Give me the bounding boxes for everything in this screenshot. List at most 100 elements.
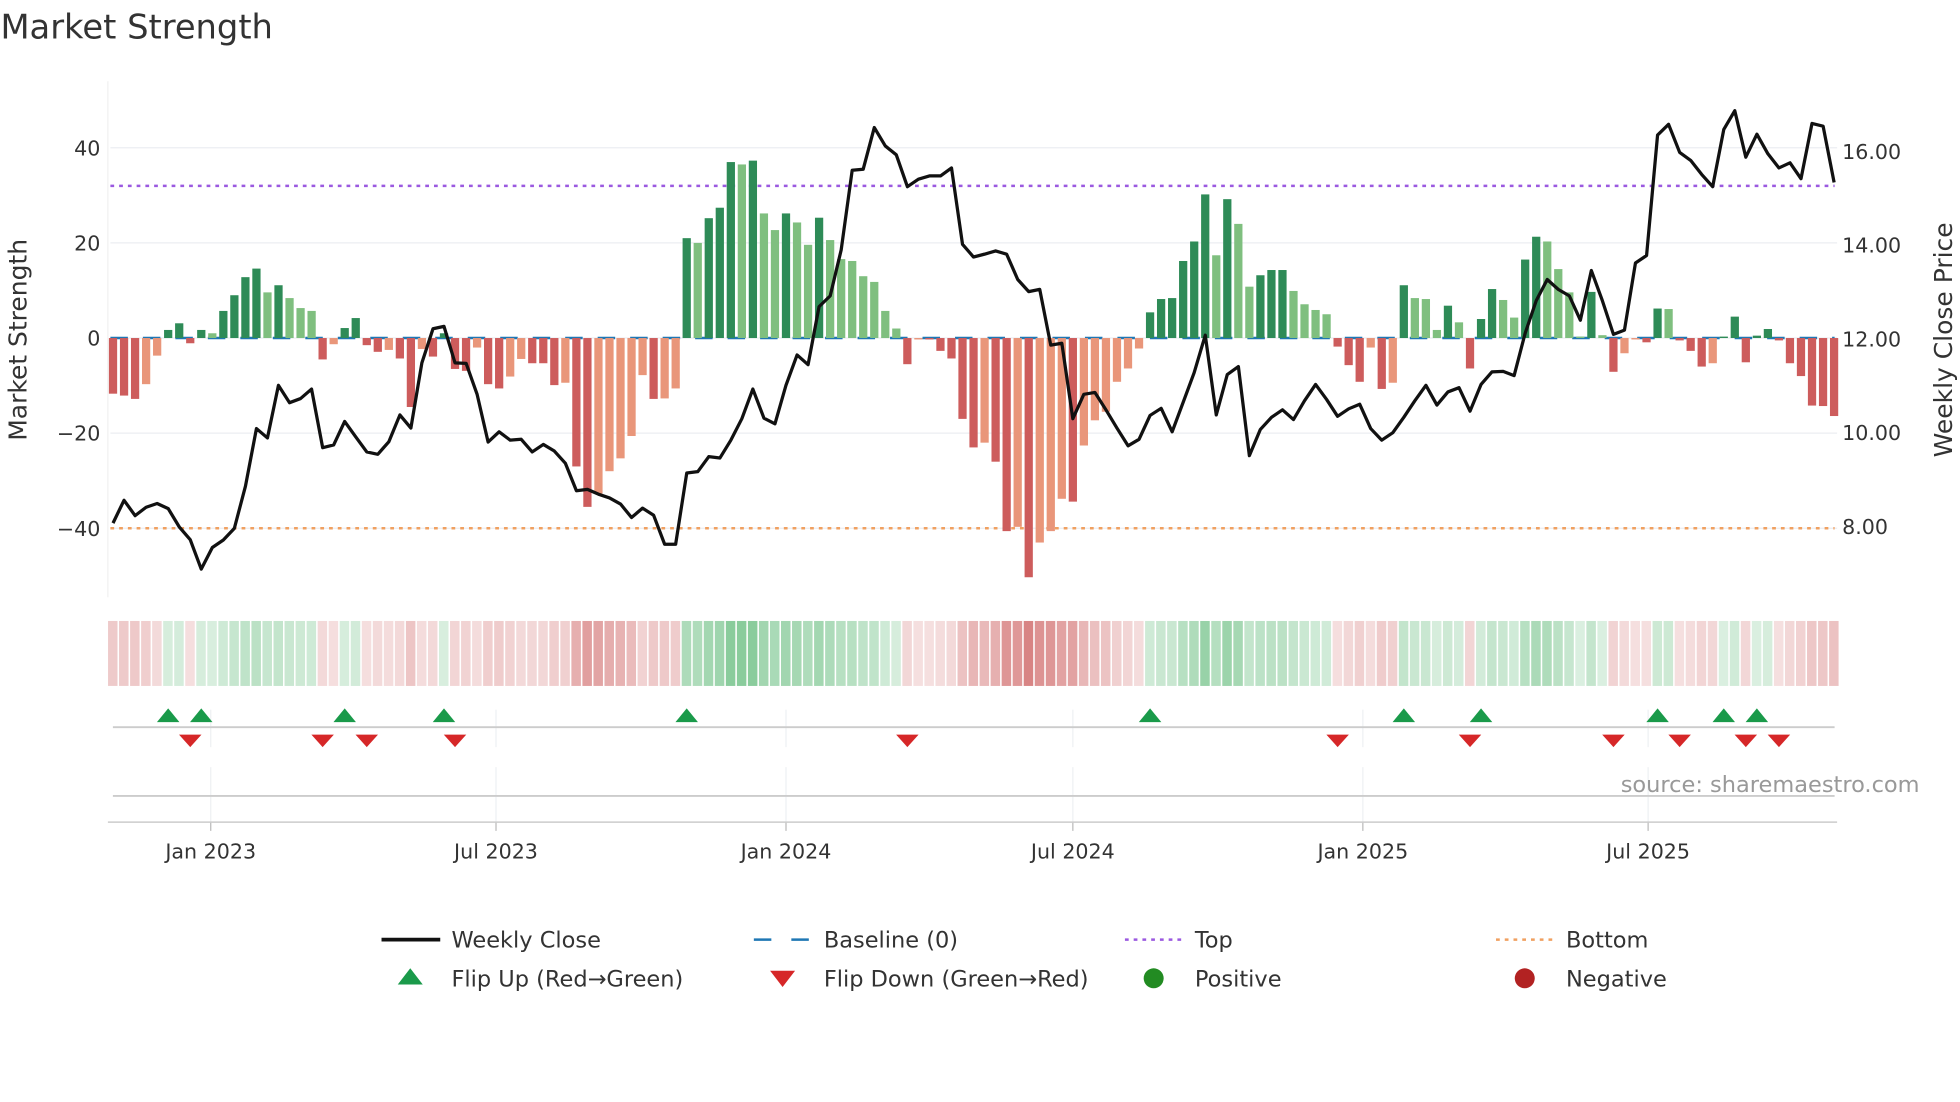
heat-strip-cell <box>516 620 526 686</box>
flip-markers-panel <box>112 708 1835 823</box>
flip-up-marker <box>1745 708 1769 723</box>
heat-strip-cell <box>461 620 471 686</box>
heat-strip-cell <box>527 620 537 686</box>
heat-strip-cell <box>416 620 427 686</box>
strength-bar <box>285 298 294 339</box>
heat-strip-cell <box>1630 620 1641 686</box>
right-axis-title: Weekly Close Price <box>1929 222 1958 457</box>
heat-strip-cell <box>361 620 372 686</box>
strength-bar <box>1079 338 1089 446</box>
y-tick-label: −20 <box>57 422 101 446</box>
heat-strip-cell <box>1476 620 1486 686</box>
left-axis-ticks: 40 20 0 −20 −40 <box>57 136 101 540</box>
heat-strip-cell <box>1564 620 1574 686</box>
legend-flip-down-icon <box>770 970 796 988</box>
strength-bar <box>1344 338 1353 366</box>
heat-strip-cell <box>1818 620 1828 686</box>
heat-strip-cell <box>273 620 284 686</box>
strength-bar <box>495 338 504 389</box>
heat-strip-cell <box>383 620 394 686</box>
heat-strip-cell <box>803 620 813 686</box>
x-tick-label: Jan 2025 <box>1315 839 1408 863</box>
strength-bar <box>1013 338 1022 527</box>
heat-strip-cell <box>1001 620 1012 686</box>
heat-strip-cell <box>1619 620 1629 686</box>
heat-strip-cell <box>1244 620 1254 686</box>
heat-strip-cell <box>814 620 824 686</box>
strength-bar <box>274 285 283 339</box>
heat-strip-cell <box>1398 620 1409 686</box>
heat-strip-cell <box>1167 620 1177 686</box>
strength-bar <box>770 230 780 339</box>
strength-bar <box>561 338 570 383</box>
heat-strip-cell <box>615 620 626 686</box>
strength-bar <box>484 338 493 385</box>
x-axis-ticks: Jan 2023 Jul 2023 Jan 2024 Jul 2024 Jan 2025… <box>107 821 1838 863</box>
heat-strip-cell <box>372 620 383 686</box>
strength-bar <box>958 338 967 419</box>
heat-strip-cell <box>1045 620 1056 686</box>
heat-strip-cell <box>825 620 835 686</box>
flip-up-marker <box>1646 708 1669 723</box>
x-tick-label: Jan 2024 <box>739 839 832 863</box>
strength-bar <box>517 338 526 359</box>
strength-bar <box>1510 317 1519 339</box>
heat-strip-cell <box>1773 620 1784 686</box>
flip-down-marker <box>896 734 919 748</box>
strength-bar <box>395 338 404 359</box>
strength-bar <box>130 338 140 399</box>
heat-strip-cell <box>1387 620 1398 686</box>
heat-strip-cell <box>582 620 592 686</box>
strength-bar <box>848 260 857 339</box>
heat-strip-cell <box>1211 620 1221 686</box>
strength-bar <box>219 310 228 339</box>
strength-bar <box>1366 338 1375 348</box>
heat-strip-cell <box>1453 620 1464 686</box>
strength-bars <box>108 160 1839 578</box>
strength-bar <box>1708 338 1717 364</box>
heat-strip-cell <box>1266 620 1276 686</box>
heat-strip-cell <box>1751 620 1762 686</box>
heat-strip-cell <box>1740 620 1751 686</box>
strength-bar <box>1201 194 1210 339</box>
strength-bar <box>1145 312 1155 339</box>
strength-bar <box>1796 338 1806 377</box>
heat-strip-cell <box>1222 620 1232 686</box>
heat-strip-cell <box>560 620 570 686</box>
heat-strip-cell <box>1674 620 1685 686</box>
heat-strip-cell <box>1652 620 1663 686</box>
strength-bar <box>1322 314 1331 339</box>
strength-bar <box>141 338 151 385</box>
heat-strip-cell <box>207 620 217 686</box>
legend-label: Negative <box>1566 966 1667 992</box>
heat-strip-cell <box>1067 620 1078 686</box>
legend-negative-icon <box>1514 968 1535 989</box>
strength-bar <box>153 338 162 356</box>
strength-bar <box>1300 304 1309 339</box>
y2-tick-label: 16.00 <box>1842 140 1901 164</box>
strength-bar <box>759 213 769 339</box>
heat-strip-cell <box>924 620 934 686</box>
heat-strip-cell <box>1178 620 1188 686</box>
flip-down-marker <box>1668 734 1691 748</box>
heat-strip-cell <box>681 620 692 686</box>
heat-strip-cell <box>1189 620 1199 686</box>
heat-strip-cell <box>1663 620 1674 686</box>
heat-strip-cell <box>196 620 206 686</box>
heat-strip-cell <box>405 620 416 686</box>
strength-bar <box>1807 338 1817 406</box>
strength-bar <box>307 310 316 339</box>
heat-strip-cell <box>141 620 151 686</box>
heat-strip-cell <box>946 620 956 686</box>
heat-strip-cell <box>1156 620 1166 686</box>
heat-strip-cell <box>317 620 328 686</box>
strength-bar <box>539 338 548 364</box>
strength-bar <box>550 338 559 386</box>
strength-bar <box>1256 275 1265 339</box>
strength-bar <box>1598 335 1607 339</box>
strength-bar <box>792 222 802 339</box>
heat-strip-cell <box>306 620 317 686</box>
flip-down-marker <box>311 734 334 748</box>
strength-bar <box>1101 338 1111 412</box>
y-tick-label: 20 <box>74 231 100 255</box>
